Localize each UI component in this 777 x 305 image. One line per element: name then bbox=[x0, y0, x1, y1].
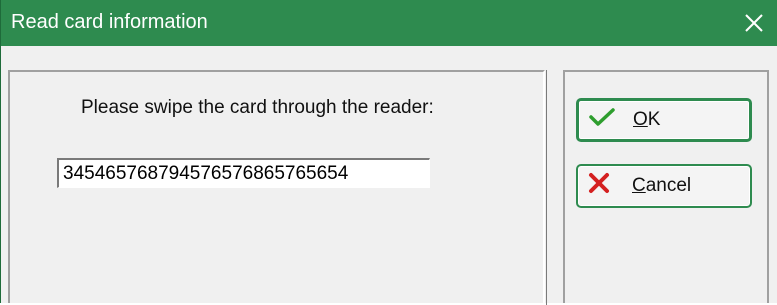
cross-icon bbox=[588, 172, 610, 200]
title-bar[interactable]: Read card information bbox=[1, 0, 777, 46]
card-number-input[interactable] bbox=[57, 158, 430, 188]
cancel-button[interactable]: Cancel bbox=[576, 164, 752, 208]
cancel-label: Cancel bbox=[632, 175, 692, 196]
close-button[interactable] bbox=[731, 0, 777, 46]
close-icon bbox=[745, 14, 763, 32]
ok-button[interactable]: OK bbox=[576, 98, 752, 142]
window-title: Read card information bbox=[11, 11, 208, 33]
read-card-dialog: Read card information Please swipe the c… bbox=[0, 0, 777, 305]
swipe-prompt-label: Please swipe the card through the reader… bbox=[81, 97, 434, 118]
checkmark-icon bbox=[589, 107, 615, 133]
ok-label: OK bbox=[633, 109, 661, 130]
